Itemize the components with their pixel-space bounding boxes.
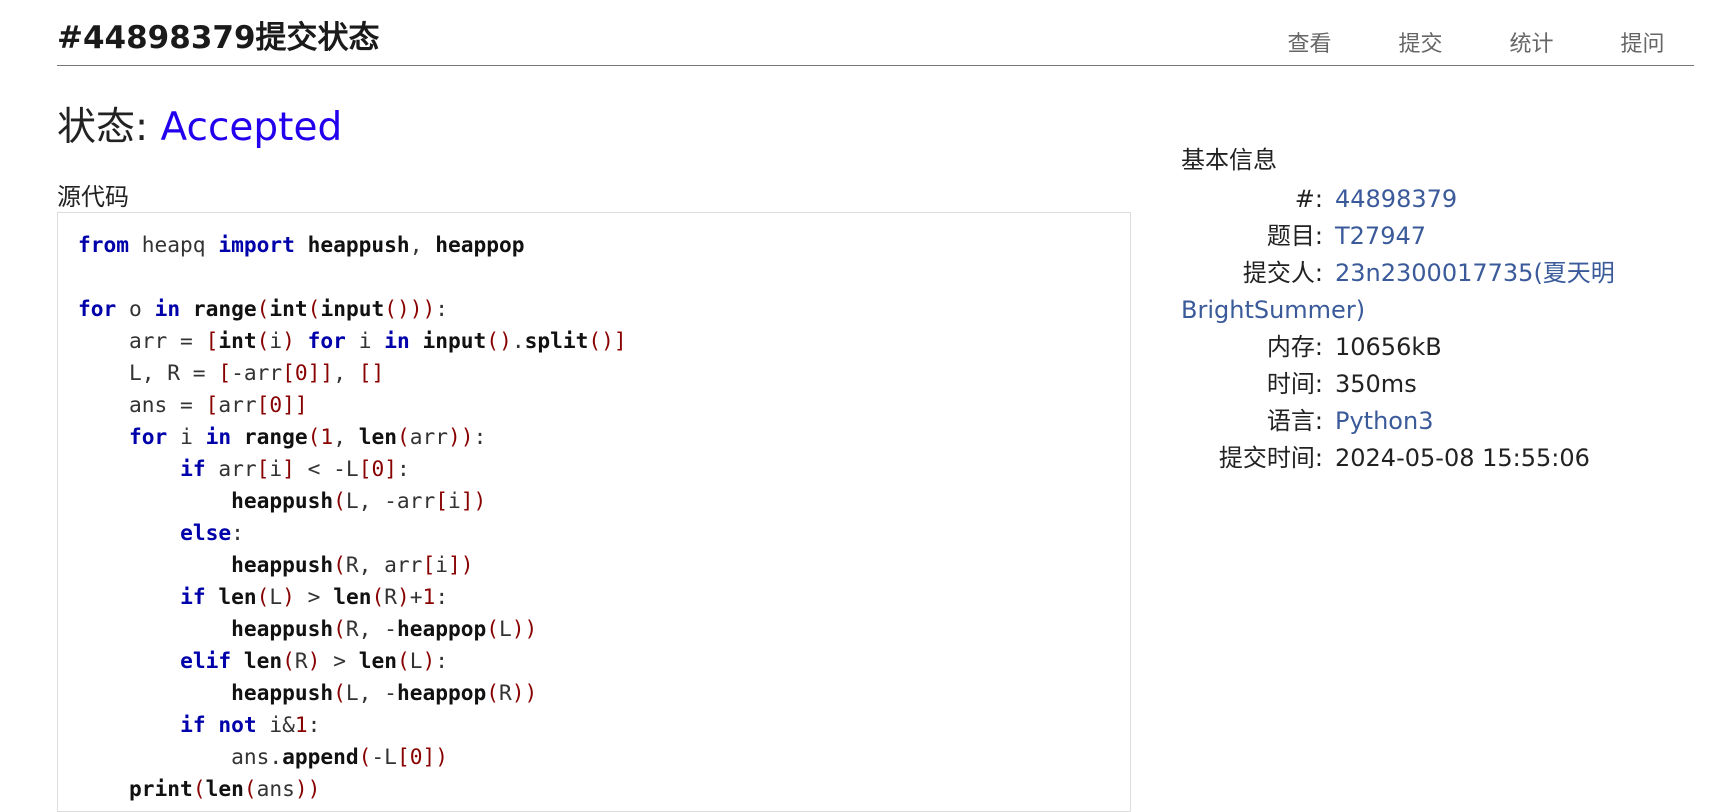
source-code-block[interactable]: from heapq import heappush, heappop for … xyxy=(57,212,1131,812)
info-id-label: #: xyxy=(1294,185,1323,213)
info-row-problem: 题目: T27947 xyxy=(1181,218,1615,255)
submitter-name-part1: 23n2300017735(夏天明 xyxy=(1335,259,1615,287)
time-value: 350ms xyxy=(1335,370,1417,398)
info-row-language: 语言: Python3 xyxy=(1181,403,1615,440)
submission-id-link[interactable]: 44898379 xyxy=(1335,185,1457,213)
submitter-name-part2: BrightSummer) xyxy=(1181,296,1366,324)
info-row-id: #: 44898379 xyxy=(1181,181,1615,218)
info-language-label: 语言: xyxy=(1266,407,1323,435)
status-value: Accepted xyxy=(160,105,343,150)
source-code-label: 源代码 xyxy=(57,183,129,211)
submit-time-value: 2024-05-08 15:55:06 xyxy=(1335,444,1590,472)
info-row-memory: 内存: 10656kB xyxy=(1181,329,1615,366)
basic-info-title: 基本信息 xyxy=(1181,146,1277,174)
info-submitter-label: 提交人: xyxy=(1242,259,1323,287)
info-time-label: 时间: xyxy=(1266,370,1323,398)
nav-ask-link[interactable]: 提问 xyxy=(1587,26,1698,58)
source-code: from heapq import heappush, heappop for … xyxy=(78,232,627,801)
nav-submit-link[interactable]: 提交 xyxy=(1365,26,1476,58)
status-line: 状态: Accepted xyxy=(57,96,342,152)
language-link[interactable]: Python3 xyxy=(1335,407,1433,435)
nav-stats-link[interactable]: 统计 xyxy=(1476,26,1587,58)
info-memory-label: 内存: xyxy=(1266,333,1323,361)
problem-link[interactable]: T27947 xyxy=(1335,222,1426,250)
header-divider xyxy=(57,65,1694,66)
memory-value: 10656kB xyxy=(1335,333,1442,361)
info-row-submit-time: 提交时间: 2024-05-08 15:55:06 xyxy=(1181,440,1615,477)
nav-view-link[interactable]: 查看 xyxy=(1254,26,1365,58)
info-row-submitter: 提交人: 23n2300017735(夏天明 BrightSummer) xyxy=(1181,255,1615,329)
info-submit-time-label: 提交时间: xyxy=(1218,444,1323,472)
page-title: #44898379提交状态 xyxy=(57,20,380,56)
status-label: 状态: xyxy=(57,105,149,150)
info-row-time: 时间: 350ms xyxy=(1181,366,1615,403)
basic-info-panel: 基本信息 #: 44898379 题目: T27947 提交人: 23n23000… xyxy=(1181,140,1615,477)
top-nav: 查看 提交 统计 提问 xyxy=(1254,26,1698,58)
info-problem-label: 题目: xyxy=(1266,222,1323,250)
